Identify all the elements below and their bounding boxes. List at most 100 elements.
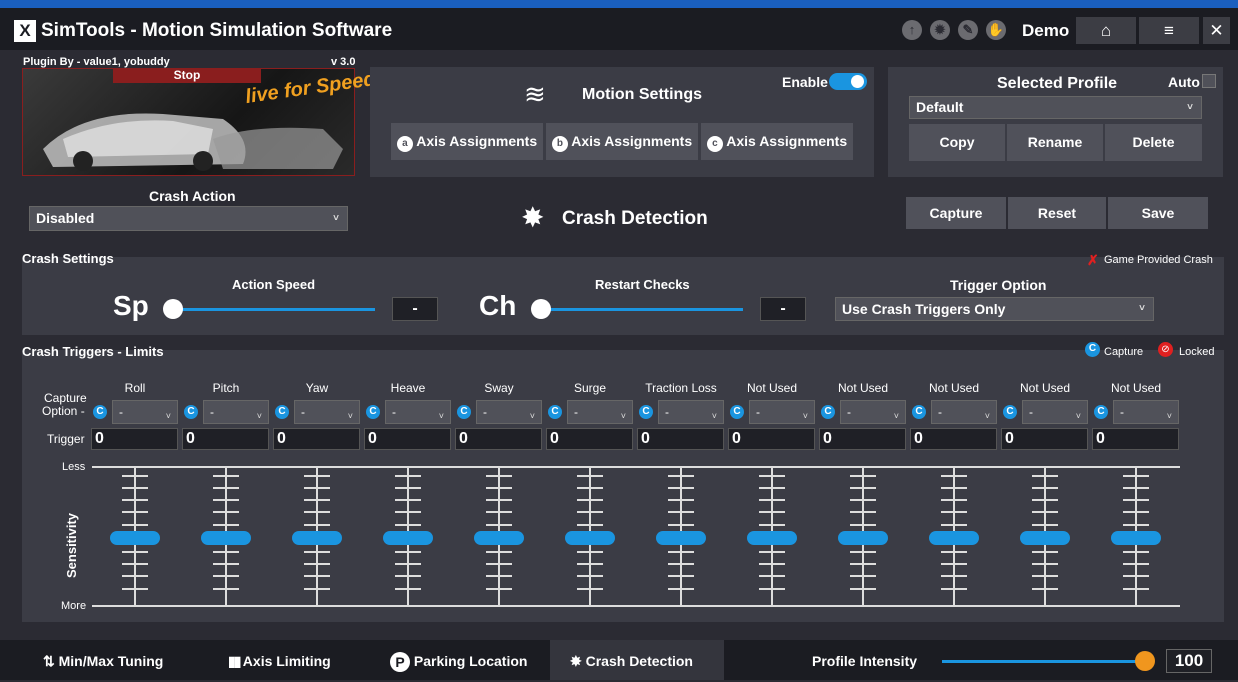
arrow-up-icon[interactable]: ↑ <box>902 20 922 40</box>
profile-dropdown[interactable]: Default ˅ <box>909 96 1202 119</box>
capture-c-icon[interactable]: C <box>821 405 835 419</box>
tab-parking-location[interactable]: P Parking Location <box>390 640 527 680</box>
intensity-slider[interactable] <box>1135 651 1155 671</box>
tab-min-max-tuning[interactable]: ⇅ Min/Max Tuning <box>43 640 163 680</box>
trigger-input[interactable]: 0 <box>182 428 269 450</box>
trigger-input[interactable]: 0 <box>546 428 633 450</box>
sensitivity-slider[interactable] <box>656 531 706 545</box>
capture-button[interactable]: Capture <box>906 197 1006 229</box>
sensitivity-tick <box>122 524 148 526</box>
capture-c-icon[interactable]: C <box>1003 405 1017 419</box>
action-speed-value[interactable]: - <box>392 297 438 321</box>
trigger-input[interactable]: 0 <box>910 428 997 450</box>
capture-option-dropdown[interactable]: - ˅ <box>840 400 906 424</box>
sensitivity-slider[interactable] <box>565 531 615 545</box>
trigger-input[interactable]: 0 <box>364 428 451 450</box>
capture-option-dropdown[interactable]: - ˅ <box>1113 400 1179 424</box>
delete-button[interactable]: Delete <box>1105 124 1202 161</box>
sensitivity-slider[interactable] <box>201 531 251 545</box>
capture-option-value: - <box>665 405 669 419</box>
sensitivity-tick <box>304 511 330 513</box>
sensitivity-slider[interactable] <box>1020 531 1070 545</box>
more-label: More <box>61 600 87 612</box>
sensitivity-tick <box>1032 524 1058 526</box>
capture-option-dropdown[interactable]: - ˅ <box>1022 400 1088 424</box>
tab-label: Axis Limiting <box>242 653 331 669</box>
save-button[interactable]: Save <box>1108 197 1208 229</box>
capture-option-dropdown[interactable]: - ˅ <box>476 400 542 424</box>
restart-checks-slider[interactable] <box>531 299 551 319</box>
chevron-down-icon: ˅ <box>1075 411 1081 421</box>
reset-button[interactable]: Reset <box>1008 197 1106 229</box>
sensitivity-tick <box>304 575 330 577</box>
auto-label: Auto <box>1168 74 1200 90</box>
tab-axis-limiting[interactable]: ▮▮ Axis Limiting <box>228 640 331 680</box>
sensitivity-slider[interactable] <box>292 531 342 545</box>
sensitivity-slider[interactable] <box>838 531 888 545</box>
capture-option-value: - <box>1029 405 1033 419</box>
trigger-input[interactable]: 0 <box>455 428 542 450</box>
bars-icon: ▮▮ <box>228 653 241 669</box>
arrows-up-down-icon: ⇅ <box>43 653 55 669</box>
capture-option-dropdown[interactable]: - ˅ <box>749 400 815 424</box>
enable-toggle[interactable] <box>829 73 867 90</box>
sensitivity-tick <box>668 524 694 526</box>
crash-action-dropdown[interactable]: Disabled ˅ <box>29 206 348 231</box>
capture-option-dropdown[interactable]: - ˅ <box>112 400 178 424</box>
restart-checks-value[interactable]: - <box>760 297 806 321</box>
capture-c-icon[interactable]: C <box>366 405 380 419</box>
capture-c-icon[interactable]: C <box>457 405 471 419</box>
rename-button[interactable]: Rename <box>1007 124 1103 161</box>
sensitivity-slider[interactable] <box>929 531 979 545</box>
tab-crash-detection[interactable]: ✸ Crash Detection <box>570 640 693 680</box>
capture-c-icon[interactable]: C <box>275 405 289 419</box>
simtools-logo-icon: X <box>14 20 36 42</box>
hand-icon[interactable]: ✋ <box>986 20 1006 40</box>
axis-assignments-c-button[interactable]: c Axis Assignments <box>701 123 853 160</box>
capture-c-icon[interactable]: C <box>912 405 926 419</box>
close-button[interactable]: ✕ <box>1203 17 1230 44</box>
trigger-input[interactable]: 0 <box>819 428 906 450</box>
capture-c-icon[interactable]: C <box>93 405 107 419</box>
axis-assignments-a-button[interactable]: a Axis Assignments <box>391 123 543 160</box>
sensitivity-slider[interactable] <box>747 531 797 545</box>
capture-option-dropdown[interactable]: - ˅ <box>567 400 633 424</box>
capture-legend-label: Capture <box>1104 346 1144 358</box>
capture-option-dropdown[interactable]: - ˅ <box>385 400 451 424</box>
capture-c-icon[interactable]: C <box>639 405 653 419</box>
capture-option-value: - <box>756 405 760 419</box>
capture-c-icon[interactable]: C <box>1094 405 1108 419</box>
menu-button[interactable]: ≡ <box>1139 17 1199 44</box>
sensitivity-slider[interactable] <box>383 531 433 545</box>
trigger-option-dropdown[interactable]: Use Crash Triggers Only ˅ <box>835 297 1154 321</box>
trigger-input[interactable]: 0 <box>1092 428 1179 450</box>
sensitivity-slider[interactable] <box>1111 531 1161 545</box>
capture-c-icon[interactable]: C <box>730 405 744 419</box>
stop-button[interactable]: Stop <box>113 68 261 83</box>
gear-icon[interactable]: ✹ <box>930 20 950 40</box>
capture-c-icon[interactable]: C <box>548 405 562 419</box>
capture-option-dropdown[interactable]: - ˅ <box>294 400 360 424</box>
action-speed-slider[interactable] <box>163 299 183 319</box>
home-button[interactable]: ⌂ <box>1076 17 1136 44</box>
pencil-icon[interactable]: ✎ <box>958 20 978 40</box>
sensitivity-tick <box>122 551 148 553</box>
sensitivity-slider[interactable] <box>474 531 524 545</box>
auto-checkbox[interactable] <box>1202 74 1216 88</box>
axis-assignments-b-button[interactable]: b Axis Assignments <box>546 123 698 160</box>
trigger-input[interactable]: 0 <box>1001 428 1088 450</box>
capture-option-dropdown[interactable]: - ˅ <box>203 400 269 424</box>
column-label: Pitch <box>212 381 240 395</box>
copy-button[interactable]: Copy <box>909 124 1005 161</box>
capture-c-icon[interactable]: C <box>184 405 198 419</box>
trigger-input[interactable]: 0 <box>728 428 815 450</box>
sensitivity-slider[interactable] <box>110 531 160 545</box>
capture-option-dropdown[interactable]: - ˅ <box>658 400 724 424</box>
trigger-input[interactable]: 0 <box>273 428 360 450</box>
trigger-input[interactable]: 0 <box>91 428 178 450</box>
intensity-value[interactable]: 100 <box>1166 649 1212 673</box>
sensitivity-tick <box>304 563 330 565</box>
sensitivity-tick <box>1123 499 1149 501</box>
capture-option-dropdown[interactable]: - ˅ <box>931 400 997 424</box>
trigger-input[interactable]: 0 <box>637 428 724 450</box>
